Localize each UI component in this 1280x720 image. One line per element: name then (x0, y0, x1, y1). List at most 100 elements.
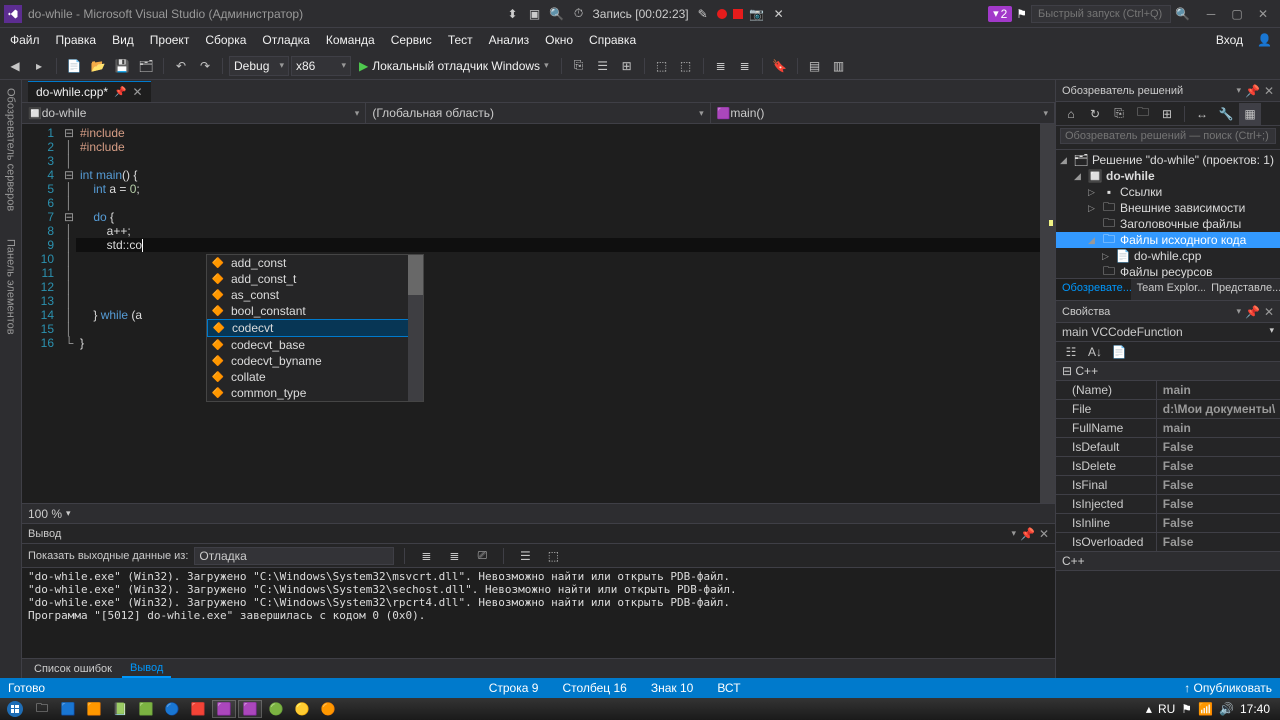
nav-back-button[interactable]: ◀ (4, 55, 26, 77)
props-az-btn[interactable]: A↓ (1084, 341, 1106, 363)
props-pin-icon[interactable]: 📌 (1245, 305, 1260, 319)
tb-icon-4[interactable]: ⬚ (651, 55, 673, 77)
tree-headers[interactable]: 🗀Заголовочные файлы (1056, 216, 1280, 232)
props-drop-icon[interactable]: ▾ (1236, 306, 1241, 317)
tree-solution-root[interactable]: ◢🗂Решение "do-while" (проектов: 1) (1056, 152, 1280, 168)
sol-tb-home[interactable]: ⌂ (1060, 103, 1082, 125)
editor-scrollbar[interactable] (1040, 124, 1055, 503)
out-tb-5[interactable]: ⬚ (542, 545, 564, 567)
status-publish[interactable]: ↑ Опубликовать (1184, 681, 1272, 695)
tab-error-list[interactable]: Список ошибок (26, 661, 120, 677)
props-object[interactable]: main VCCodeFunction ▾ (1056, 323, 1280, 342)
menu-view[interactable]: Вид (104, 31, 142, 49)
code-editor[interactable]: 12345678910111213141516 ⊟││⊟││⊟││││││││└… (22, 124, 1055, 503)
ptab-team[interactable]: Team Explor... (1131, 279, 1205, 300)
tb-icon-7[interactable]: ≣ (734, 55, 756, 77)
tray-net-icon[interactable]: 📶 (1198, 702, 1213, 716)
prop-row[interactable]: IsDefaultFalse (1056, 438, 1280, 457)
isense-scrollbar[interactable] (408, 255, 423, 401)
prop-row[interactable]: IsFinalFalse (1056, 476, 1280, 495)
tree-extdeps[interactable]: ▷🗀Внешние зависимости (1056, 200, 1280, 216)
rec-timer-icon[interactable]: ⏱ (571, 6, 587, 22)
platform-combo[interactable]: x86 (291, 56, 351, 76)
task-app-4[interactable]: 🟩 (134, 700, 158, 718)
new-file-button[interactable]: 📄 (63, 55, 85, 77)
prop-row[interactable]: IsInjectedFalse (1056, 495, 1280, 514)
signin-link[interactable]: Вход (1208, 31, 1251, 49)
menu-project[interactable]: Проект (142, 31, 198, 49)
props-pg-btn[interactable]: 📄 (1108, 341, 1130, 363)
isense-item[interactable]: 🔶codecvt_byname (207, 353, 423, 369)
rec-close-icon[interactable]: ✕ (771, 6, 787, 22)
output-text[interactable]: "do-while.exe" (Win32). Загружено "C:\Wi… (22, 568, 1055, 658)
isense-item[interactable]: 🔶codecvt_base (207, 337, 423, 353)
prop-row[interactable]: (Name)main (1056, 381, 1280, 400)
quick-launch-input[interactable] (1031, 5, 1171, 23)
close-button[interactable]: ✕ (1250, 4, 1276, 24)
menu-window[interactable]: Окно (537, 31, 581, 49)
maximize-button[interactable]: ▢ (1224, 4, 1250, 24)
properties-grid[interactable]: ⊟ C++(Name)mainFiled:\Мои документы\Full… (1056, 362, 1280, 678)
task-app-5[interactable]: 🔵 (160, 700, 184, 718)
tree-refs[interactable]: ▷▪Ссылки (1056, 184, 1280, 200)
tree-sources[interactable]: ◢🗀Файлы исходного кода (1056, 232, 1280, 248)
task-app-7[interactable]: 🟢 (264, 700, 288, 718)
rec-edit-icon[interactable]: ✎ (695, 6, 711, 22)
sol-tb-4[interactable]: ⊞ (1156, 103, 1178, 125)
output-source-combo[interactable]: Отладка (194, 547, 394, 565)
prop-row[interactable]: Filed:\Мои документы\ (1056, 400, 1280, 419)
start-debug-button[interactable]: ▶ Локальный отладчик Windows ▾ (353, 59, 555, 73)
menu-file[interactable]: Файл (2, 31, 48, 49)
pin-icon[interactable]: 📌 (114, 87, 126, 98)
tray-icon-1[interactable]: ⚑ (1181, 702, 1192, 716)
tb-icon-6[interactable]: ≣ (710, 55, 732, 77)
config-combo[interactable]: Debug (229, 56, 289, 76)
output-pin-icon[interactable]: 📌 (1020, 527, 1035, 541)
prop-row[interactable]: FullNamemain (1056, 419, 1280, 438)
notification-badge[interactable]: ▾ 2 (988, 6, 1012, 22)
tray-vol-icon[interactable]: 🔊 (1219, 702, 1234, 716)
zoom-level[interactable]: 100 % (28, 507, 62, 521)
tray-lang[interactable]: RU (1158, 702, 1175, 716)
camera-icon[interactable]: 📷 (749, 6, 765, 22)
menu-tools[interactable]: Сервис (383, 31, 440, 49)
menu-edit[interactable]: Правка (48, 31, 105, 49)
output-close-icon[interactable]: ✕ (1039, 527, 1049, 541)
sol-tb-2[interactable]: ⎘ (1108, 103, 1130, 125)
menu-build[interactable]: Сборка (197, 31, 254, 49)
props-cat-btn[interactable]: ☷ (1060, 341, 1082, 363)
rec-fit-icon[interactable]: ▣ (527, 6, 543, 22)
solution-search-input[interactable] (1060, 128, 1276, 144)
task-app-6[interactable]: 🟥 (186, 700, 210, 718)
task-vs-2[interactable]: 🟪 (238, 700, 262, 718)
prop-row[interactable]: IsDeleteFalse (1056, 457, 1280, 476)
menu-help[interactable]: Справка (581, 31, 644, 49)
tb-icon-2[interactable]: ☰ (592, 55, 614, 77)
nav-func-combo[interactable]: 🟪 main() (711, 103, 1055, 123)
panel-close-icon[interactable]: ✕ (1264, 84, 1274, 98)
sol-tb-5[interactable]: ↔ (1191, 103, 1213, 125)
isense-item[interactable]: 🔶bool_constant (207, 303, 423, 319)
menu-debug[interactable]: Отладка (254, 31, 317, 49)
search-icon[interactable]: 🔍 (1175, 7, 1190, 21)
task-app-3[interactable]: 📗 (108, 700, 132, 718)
panel-drop-icon[interactable]: ▾ (1236, 85, 1241, 96)
isense-item[interactable]: 🔶add_const_t (207, 271, 423, 287)
tree-resources[interactable]: 🗀Файлы ресурсов (1056, 264, 1280, 278)
tab-close-icon[interactable]: ✕ (133, 85, 143, 99)
save-button[interactable]: 💾 (111, 55, 133, 77)
tab-output[interactable]: Вывод (122, 660, 171, 678)
zoom-dropdown-icon[interactable]: ▾ (66, 508, 71, 519)
tree-source-file[interactable]: ▷📄do-while.cpp (1056, 248, 1280, 264)
isense-item[interactable]: 🔶common_type (207, 385, 423, 401)
stop-icon[interactable] (733, 9, 743, 19)
tb-icon-1[interactable]: ⎘ (568, 55, 590, 77)
flag-icon[interactable]: ⚑ (1016, 7, 1027, 21)
open-button[interactable]: 📂 (87, 55, 109, 77)
task-vs-1[interactable]: 🟪 (212, 700, 236, 718)
ptab-class[interactable]: Представле... (1205, 279, 1280, 300)
tb-icon-9[interactable]: ▥ (828, 55, 850, 77)
prop-row[interactable]: IsInlineFalse (1056, 514, 1280, 533)
tb-icon-3[interactable]: ⊞ (616, 55, 638, 77)
sol-tb-6[interactable]: 🔧 (1215, 103, 1237, 125)
